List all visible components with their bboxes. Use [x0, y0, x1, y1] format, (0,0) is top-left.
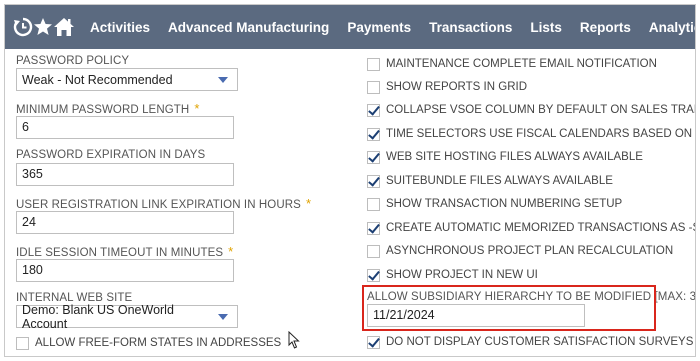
time-selectors-checkbox[interactable] — [367, 127, 380, 141]
chevron-down-icon — [218, 76, 228, 83]
web-site-hosting-checkbox[interactable] — [367, 150, 380, 164]
transaction-numbering-checkbox[interactable] — [367, 197, 380, 211]
password-policy-label: PASSWORD POLICY — [16, 55, 130, 67]
required-marker: * — [194, 101, 200, 116]
nav-advanced-manufacturing[interactable]: Advanced Manufacturing — [159, 5, 338, 49]
password-policy-select[interactable]: Weak - Not Recommended — [16, 68, 238, 91]
password-expiration-input[interactable]: 365 — [16, 163, 234, 186]
no-satisfaction-surveys-checkbox[interactable] — [367, 335, 380, 349]
pref-checkbox-row[interactable]: WEB SITE HOSTING FILES ALWAYS AVAILABLE — [367, 148, 643, 166]
checkbox-label: SUITEBUNDLE FILES ALWAYS AVAILABLE — [386, 175, 613, 187]
checkbox-label: SHOW TRANSACTION NUMBERING SETUP — [386, 198, 623, 210]
home-icon[interactable] — [53, 5, 75, 49]
nav-analytics[interactable]: Analytics — [640, 5, 695, 49]
checkbox-label: CREATE AUTOMATIC MEMORIZED TRANSACTIONS … — [386, 222, 695, 234]
checkbox-label: SHOW REPORTS IN GRID — [386, 81, 527, 93]
top-navbar: Activities Advanced Manufacturing Paymen… — [5, 5, 695, 49]
idle-timeout-input[interactable]: 180 — [16, 259, 234, 282]
password-expiration-label: PASSWORD EXPIRATION IN DAYS — [16, 149, 206, 161]
allow-free-form-states-row[interactable]: ALLOW FREE-FORM STATES IN ADDRESSES — [16, 334, 281, 352]
suitebundle-files-checkbox[interactable] — [367, 174, 380, 188]
checkbox-label: ASYNCHRONOUS PROJECT PLAN RECALCULATION — [386, 245, 674, 257]
pref-checkbox-row[interactable]: MAINTENANCE COMPLETE EMAIL NOTIFICATION — [367, 55, 657, 73]
pref-checkbox-row[interactable]: SUITEBUNDLE FILES ALWAYS AVAILABLE — [367, 172, 613, 190]
min-password-length-input[interactable]: 6 — [16, 116, 234, 139]
chevron-down-icon — [218, 313, 228, 320]
required-marker: * — [305, 196, 312, 211]
collapse-vsoe-checkbox[interactable] — [367, 103, 380, 117]
allow-free-form-states-checkbox[interactable] — [16, 336, 29, 350]
memorized-transactions-checkbox[interactable] — [367, 221, 380, 235]
no-satisfaction-surveys-label: DO NOT DISPLAY CUSTOMER SATISFACTION SUR… — [386, 336, 694, 348]
checkbox-label: MAINTENANCE COMPLETE EMAIL NOTIFICATION — [386, 58, 657, 70]
internal-web-site-select[interactable]: Demo: Blank US OneWorld Account — [16, 302, 238, 331]
pref-checkbox-row[interactable]: TIME SELECTORS USE FISCAL CALENDARS BASE… — [367, 125, 695, 143]
idle-timeout-label: IDLE SESSION TIMEOUT IN MINUTES * — [16, 244, 234, 259]
user-reg-link-expiration-label: USER REGISTRATION LINK EXPIRATION IN HOU… — [16, 196, 312, 211]
min-password-length-label: MINIMUM PASSWORD LENGTH * — [16, 101, 200, 116]
required-marker: * — [228, 244, 234, 259]
allow-free-form-states-label: ALLOW FREE-FORM STATES IN ADDRESSES — [35, 337, 282, 349]
pref-checkbox-row[interactable]: COLLAPSE VSOE COLUMN BY DEFAULT ON SALES… — [367, 101, 695, 119]
nav-reports[interactable]: Reports — [571, 5, 640, 49]
favorites-star-icon[interactable] — [33, 5, 53, 49]
pref-checkbox-row[interactable]: SHOW PROJECT IN NEW UI — [367, 266, 538, 284]
nav-lists[interactable]: Lists — [521, 5, 571, 49]
show-reports-grid-checkbox[interactable] — [367, 80, 380, 94]
recent-records-icon[interactable] — [13, 5, 33, 49]
pref-checkbox-row[interactable]: ASYNCHRONOUS PROJECT PLAN RECALCULATION — [367, 242, 673, 260]
checkbox-label: TIME SELECTORS USE FISCAL CALENDARS BASE… — [386, 128, 695, 140]
pref-checkbox-row[interactable]: SHOW REPORTS IN GRID — [367, 78, 527, 96]
async-project-plan-checkbox[interactable] — [367, 244, 380, 258]
user-reg-link-expiration-input[interactable]: 24 — [16, 211, 234, 234]
checkbox-label: WEB SITE HOSTING FILES ALWAYS AVAILABLE — [386, 151, 643, 163]
checkbox-label: SHOW PROJECT IN NEW UI — [386, 269, 538, 281]
highlight-annotation-box — [362, 285, 656, 331]
preferences-panel: Activities Advanced Manufacturing Paymen… — [4, 4, 696, 357]
password-policy-value: Weak - Not Recommended — [22, 72, 173, 87]
pref-checkbox-row[interactable]: SHOW TRANSACTION NUMBERING SETUP — [367, 195, 622, 213]
pref-checkbox-row[interactable]: CREATE AUTOMATIC MEMORIZED TRANSACTIONS … — [367, 219, 695, 237]
checkbox-label: COLLAPSE VSOE COLUMN BY DEFAULT ON SALES… — [386, 104, 695, 116]
pref-checkbox-row[interactable]: DO NOT DISPLAY CUSTOMER SATISFACTION SUR… — [367, 333, 693, 351]
show-project-new-ui-checkbox[interactable] — [367, 268, 380, 282]
nav-transactions[interactable]: Transactions — [420, 5, 521, 49]
mouse-pointer-icon — [288, 330, 300, 354]
maintenance-email-checkbox[interactable] — [367, 57, 380, 71]
nav-payments[interactable]: Payments — [338, 5, 420, 49]
nav-activities[interactable]: Activities — [81, 5, 159, 49]
internal-web-site-value: Demo: Blank US OneWorld Account — [22, 302, 174, 331]
